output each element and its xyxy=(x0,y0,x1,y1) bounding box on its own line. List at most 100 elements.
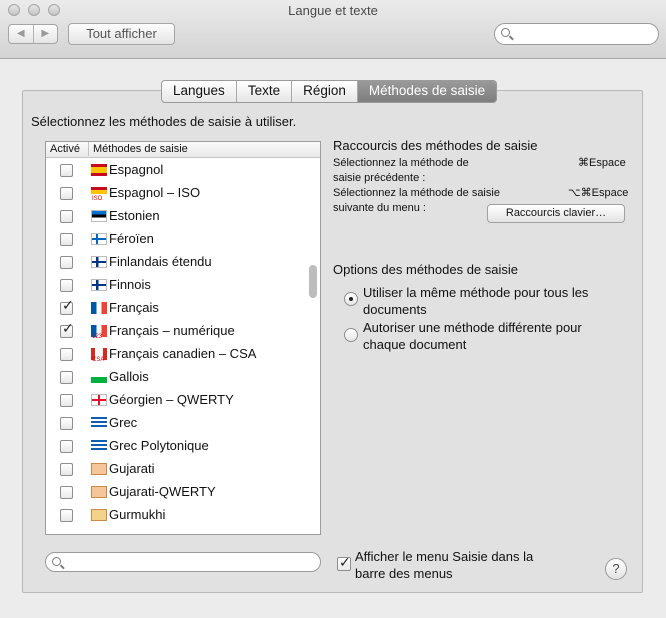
method-checkbox[interactable]: ✓ xyxy=(60,321,74,338)
method-label: Grec xyxy=(109,415,138,430)
column-header-methods[interactable]: Méthodes de saisie xyxy=(88,142,188,156)
radio-same-method[interactable] xyxy=(344,292,358,306)
method-label: Finnois xyxy=(109,277,151,292)
method-label: Espagnol – ISO xyxy=(109,185,201,200)
list-item[interactable]: Finnois xyxy=(46,274,320,297)
back-forward-control[interactable]: ◀ ▶ xyxy=(8,24,58,44)
method-checkbox[interactable] xyxy=(60,348,73,361)
options-title: Options des méthodes de saisie xyxy=(333,262,518,277)
gurmukhi-icon xyxy=(91,509,107,521)
greece-flag-icon xyxy=(91,417,107,429)
keyboard-shortcuts-button[interactable]: Raccourcis clavier… xyxy=(487,204,625,223)
flag-caption: CSA xyxy=(92,357,105,363)
preferences-search-input[interactable] xyxy=(494,23,659,45)
method-label: Gujarati xyxy=(109,461,155,476)
method-label: Français xyxy=(109,300,159,315)
france-numeric-flag-icon: 123 xyxy=(91,325,107,340)
spain-flag-icon xyxy=(91,164,107,176)
radio-different-method[interactable] xyxy=(344,328,358,342)
method-checkbox[interactable] xyxy=(60,394,73,407)
option-same-method-label[interactable]: Utiliser la même méthode pour tous les d… xyxy=(363,284,623,318)
method-checkbox[interactable] xyxy=(60,164,73,177)
checkmark-icon: ✓ xyxy=(62,297,74,313)
tab-texte[interactable]: Texte xyxy=(237,81,293,102)
method-checkbox[interactable] xyxy=(60,463,73,476)
method-label: Gallois xyxy=(109,369,149,384)
list-item[interactable]: Géorgien – QWERTY xyxy=(46,389,320,412)
method-checkbox[interactable] xyxy=(60,509,73,522)
list-item[interactable]: Estonien xyxy=(46,205,320,228)
list-item[interactable]: Féroïen xyxy=(46,228,320,251)
method-checkbox[interactable] xyxy=(60,279,73,292)
method-label: Français canadien – CSA xyxy=(109,346,257,361)
list-item[interactable]: Gujarati xyxy=(46,458,320,481)
shortcuts-title: Raccourcis des méthodes de saisie xyxy=(333,138,538,153)
methods-search-input[interactable] xyxy=(45,552,321,572)
france-flag-icon xyxy=(91,302,107,314)
spain-iso-flag-icon: ISO xyxy=(91,187,107,202)
gujarati-icon xyxy=(91,463,107,475)
checkmark-icon: ✓ xyxy=(339,554,351,570)
back-icon[interactable]: ◀ xyxy=(9,25,34,43)
method-checkbox[interactable] xyxy=(60,486,73,499)
greece-polytonic-flag-icon xyxy=(91,440,107,452)
show-input-menu-label[interactable]: Afficher le menu Saisie dans la barre de… xyxy=(355,548,555,582)
method-label: Gujarati-QWERTY xyxy=(109,484,216,499)
search-icon xyxy=(501,28,510,37)
method-label: Finlandais étendu xyxy=(109,254,212,269)
option-different-method-label[interactable]: Autoriser une méthode différente pour ch… xyxy=(363,319,623,353)
method-checkbox[interactable] xyxy=(60,233,73,246)
flag-caption: ISO xyxy=(92,196,103,202)
list-item[interactable]: Finlandais étendu xyxy=(46,251,320,274)
tab-region[interactable]: Région xyxy=(292,81,358,102)
list-item[interactable]: Gurmukhi xyxy=(46,504,320,527)
georgia-flag-icon xyxy=(91,394,107,406)
finland-extended-flag-icon xyxy=(91,256,107,268)
prev-method-shortcut[interactable]: ⌘Espace xyxy=(578,156,626,171)
tab-bar: Langues Texte Région Méthodes de saisie xyxy=(161,80,498,103)
method-label: Féroïen xyxy=(109,231,154,246)
list-item[interactable]: Gujarati-QWERTY xyxy=(46,481,320,504)
column-header-active[interactable]: Activé xyxy=(50,142,80,156)
next-method-shortcut[interactable]: ⌥⌘Espace xyxy=(568,186,628,201)
title-bar: Langue et texte ◀ ▶ Tout afficher xyxy=(0,0,666,59)
method-label: Grec Polytonique xyxy=(109,438,209,453)
method-checkbox[interactable]: ✓ xyxy=(60,298,74,315)
list-header: Activé Méthodes de saisie xyxy=(46,142,320,158)
list-item[interactable]: CSA Français canadien – CSA xyxy=(46,343,320,366)
tab-methodes-de-saisie[interactable]: Méthodes de saisie xyxy=(357,81,497,102)
instruction-text: Sélectionnez les méthodes de saisie à ut… xyxy=(31,114,297,129)
method-checkbox[interactable] xyxy=(60,417,73,430)
list-item[interactable]: Grec xyxy=(46,412,320,435)
list-item[interactable]: Grec Polytonique xyxy=(46,435,320,458)
canada-flag-icon: CSA xyxy=(91,348,107,363)
list-item[interactable]: ✓ 123 Français – numérique xyxy=(46,320,320,343)
show-input-menu-checkbox[interactable]: ✓ xyxy=(337,554,351,571)
show-all-button[interactable]: Tout afficher xyxy=(68,23,175,45)
input-methods-list[interactable]: Activé Méthodes de saisie DVORAK – QWERT… xyxy=(45,141,321,535)
flag-caption: 123 xyxy=(92,334,103,340)
method-label: Estonien xyxy=(109,208,160,223)
list-item[interactable]: Gallois xyxy=(46,366,320,389)
list-item[interactable]: ✓ Français xyxy=(46,297,320,320)
tab-langues[interactable]: Langues xyxy=(162,81,237,102)
estonia-flag-icon xyxy=(91,210,107,222)
method-checkbox[interactable] xyxy=(60,256,73,269)
forward-icon[interactable]: ▶ xyxy=(34,25,58,43)
method-label: Français – numérique xyxy=(109,323,235,338)
list-item[interactable]: ISO Espagnol – ISO xyxy=(46,182,320,205)
list-item[interactable]: Espagnol xyxy=(46,159,320,182)
wales-flag-icon xyxy=(91,371,107,383)
list-rows: DVORAK – QWERTY CMDEspagnolISOEspagnol –… xyxy=(46,142,320,527)
method-checkbox[interactable] xyxy=(60,187,73,200)
method-checkbox[interactable] xyxy=(60,440,73,453)
method-checkbox[interactable] xyxy=(60,210,73,223)
help-button[interactable]: ? xyxy=(605,558,627,580)
window-title: Langue et texte xyxy=(288,3,378,18)
method-label: Géorgien – QWERTY xyxy=(109,392,234,407)
method-label: Gurmukhi xyxy=(109,507,166,522)
method-checkbox[interactable] xyxy=(60,371,73,384)
list-scrollbar-thumb[interactable] xyxy=(309,265,317,298)
method-label: Espagnol xyxy=(109,162,164,177)
gujarati-qwerty-icon xyxy=(91,486,107,498)
